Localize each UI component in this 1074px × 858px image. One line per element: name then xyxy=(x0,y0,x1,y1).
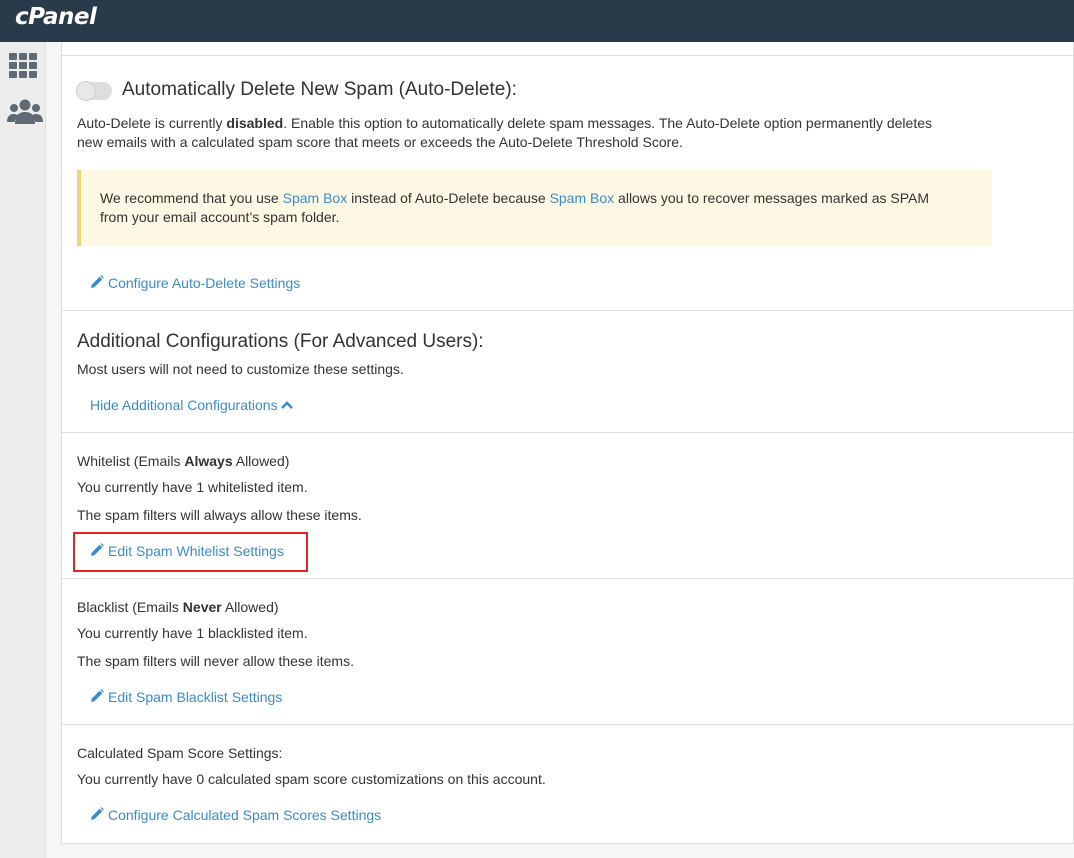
desc-status: disabled xyxy=(226,115,284,131)
calculated-spam-score-section: Calculated Spam Score Settings: You curr… xyxy=(62,725,1074,843)
hide-additional-configurations-label: Hide Additional Configurations xyxy=(90,397,278,413)
whitelist-title-prefix: Whitelist (Emails xyxy=(77,453,185,469)
blacklist-section: Blacklist (Emails Never Allowed) You cur… xyxy=(62,579,1074,725)
alert-prefix: We recommend that you use xyxy=(100,190,283,206)
edit-spam-blacklist-label: Edit Spam Blacklist Settings xyxy=(108,689,283,705)
cpanel-logo[interactable]: cPanel xyxy=(15,4,97,30)
configure-auto-delete-label: Configure Auto-Delete Settings xyxy=(108,275,301,291)
pencil-icon xyxy=(91,689,104,702)
auto-delete-description-line2: new emails with a calculated spam score … xyxy=(77,134,683,150)
blacklist-title-prefix: Blacklist (Emails xyxy=(77,599,183,615)
blacklist-title-suffix: Allowed) xyxy=(221,599,279,615)
users-icon[interactable] xyxy=(7,98,43,126)
pencil-icon xyxy=(91,543,104,556)
blacklist-title: Blacklist (Emails Never Allowed) xyxy=(77,599,279,615)
whitelist-section: Whitelist (Emails Always Allowed) You cu… xyxy=(62,433,1074,579)
desc-prefix: Auto-Delete is currently xyxy=(77,115,227,131)
edit-spam-blacklist-link[interactable]: Edit Spam Blacklist Settings xyxy=(90,689,282,705)
chevron-up-icon xyxy=(281,401,294,409)
additional-configurations-section: Additional Configurations (For Advanced … xyxy=(62,311,1074,433)
whitelist-count: You currently have 1 whitelisted item. xyxy=(77,479,308,495)
additional-configurations-title: Additional Configurations (For Advanced … xyxy=(77,331,484,352)
alert-line2: from your email account’s spam folder. xyxy=(100,209,340,225)
configure-auto-delete-link[interactable]: Configure Auto-Delete Settings xyxy=(90,275,300,291)
pencil-icon xyxy=(91,275,104,288)
whitelist-title: Whitelist (Emails Always Allowed) xyxy=(77,453,289,469)
auto-delete-description: Auto-Delete is currently disabled. Enabl… xyxy=(77,115,932,131)
blacklist-title-bold: Never xyxy=(182,599,222,615)
auto-delete-title: Automatically Delete New Spam (Auto-Dele… xyxy=(122,79,517,100)
spam-settings-panel: Automatically Delete New Spam (Auto-Dele… xyxy=(61,42,1074,844)
sidebar xyxy=(0,42,46,858)
additional-configurations-description: Most users will not need to customize th… xyxy=(77,361,404,377)
blacklist-description: The spam filters will never allow these … xyxy=(77,653,354,669)
configure-calculated-spam-scores-link[interactable]: Configure Calculated Spam Scores Setting… xyxy=(90,807,381,823)
hide-additional-configurations-link[interactable]: Hide Additional Configurations xyxy=(90,397,294,413)
main-content: Automatically Delete New Spam (Auto-Dele… xyxy=(46,42,1074,858)
toggle-knob xyxy=(76,81,96,101)
calculated-spam-score-title: Calculated Spam Score Settings: xyxy=(77,745,283,761)
calculated-spam-score-description: You currently have 0 calculated spam sco… xyxy=(77,771,546,787)
spam-box-link-2[interactable]: Spam Box xyxy=(550,190,615,206)
pencil-icon xyxy=(91,807,104,820)
edit-spam-whitelist-label: Edit Spam Whitelist Settings xyxy=(108,543,284,559)
blacklist-count: You currently have 1 blacklisted item. xyxy=(77,625,308,641)
alert-line1: We recommend that you use Spam Box inste… xyxy=(100,190,929,206)
spam-box-recommendation-alert: We recommend that you use Spam Box inste… xyxy=(77,170,992,246)
edit-spam-whitelist-link[interactable]: Edit Spam Whitelist Settings xyxy=(90,543,284,559)
alert-suffix: allows you to recover messages marked as… xyxy=(614,190,930,206)
spam-box-link-1[interactable]: Spam Box xyxy=(283,190,348,206)
configure-calculated-spam-scores-label: Configure Calculated Spam Scores Setting… xyxy=(108,807,382,823)
whitelist-title-bold: Always xyxy=(184,453,233,469)
whitelist-title-suffix: Allowed) xyxy=(232,453,290,469)
top-bar: cPanel xyxy=(0,0,1074,42)
whitelist-description: The spam filters will always allow these… xyxy=(77,507,362,523)
auto-delete-section: Automatically Delete New Spam (Auto-Dele… xyxy=(62,55,1074,311)
desc-suffix: . Enable this option to automatically de… xyxy=(283,115,932,131)
grid-icon[interactable] xyxy=(7,52,39,80)
alert-mid: instead of Auto-Delete because xyxy=(347,190,550,206)
auto-delete-toggle[interactable] xyxy=(76,81,112,101)
